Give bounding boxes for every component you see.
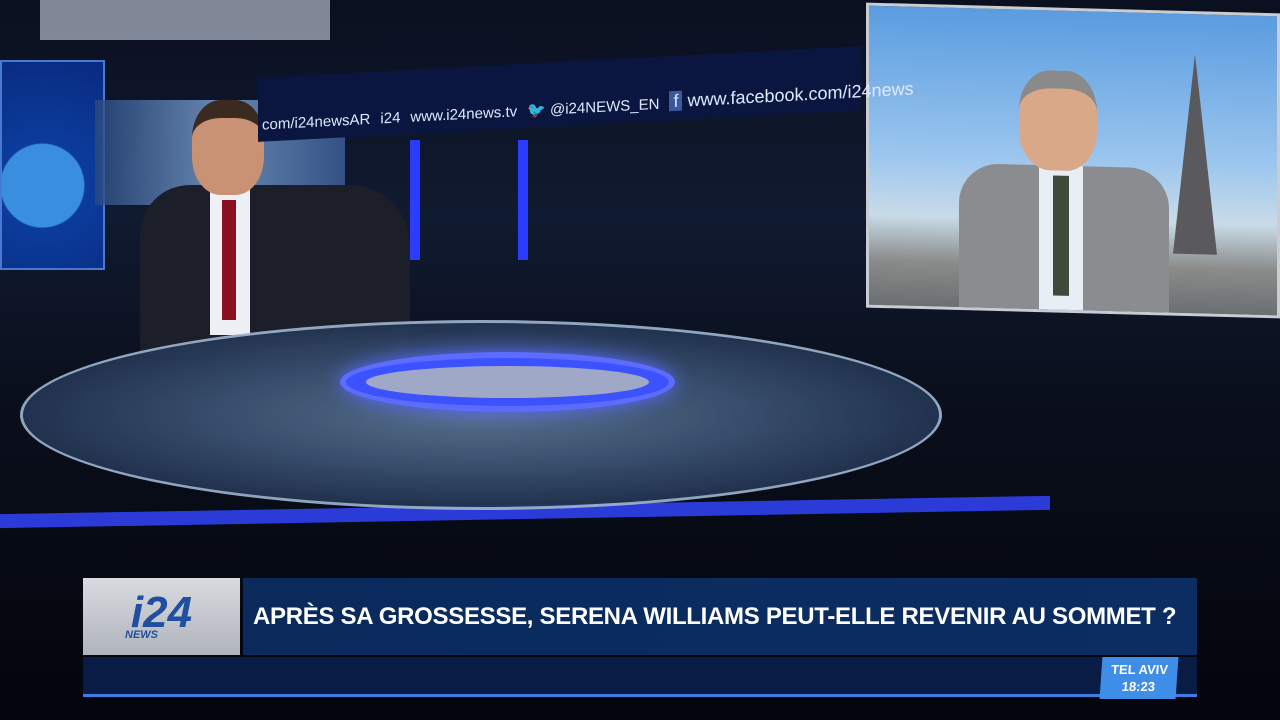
ticker-item: com/i24newsAR (262, 110, 371, 134)
guest-person (959, 68, 1169, 319)
ceiling-light (40, 0, 330, 40)
facebook-icon: f (669, 90, 683, 112)
globe-screen (0, 60, 105, 270)
headline-text: APRÈS SA GROSSESSE, SERENA WILLIAMS PEUT… (253, 602, 1177, 630)
eiffel-tower (1173, 53, 1217, 255)
light-pillar (518, 140, 528, 260)
light-pillar (410, 140, 420, 260)
studio-ticker: com/i24newsAR i24 www.i24news.tv 🐦 @i24N… (258, 46, 914, 142)
clock-time: 18:23 (1121, 679, 1156, 694)
headline-bar: APRÈS SA GROSSESSE, SERENA WILLIAMS PEUT… (243, 578, 1197, 655)
ticker-twitter: 🐦 @i24NEWS_EN (527, 95, 659, 120)
glass-desk (20, 320, 942, 510)
channel-logo: i24 NEWS (83, 578, 240, 655)
lower-third: i24 NEWS APRÈS SA GROSSESSE, SERENA WILL… (83, 578, 1197, 700)
ticker-logo: i24 (380, 109, 401, 128)
remote-guest-screen (866, 2, 1280, 319)
logo-subtext: NEWS (125, 628, 158, 641)
clock-badge: TEL AVIV 18:23 (1099, 657, 1179, 699)
sub-bar (83, 657, 1197, 697)
ticker-item: www.i24news.tv (410, 103, 518, 126)
logo-text: i24 (130, 587, 193, 637)
twitter-handle: @i24NEWS_EN (550, 95, 660, 119)
desk-light-ring (340, 352, 675, 412)
clock-city: TEL AVIV (1110, 662, 1169, 677)
twitter-icon: 🐦 (527, 101, 546, 120)
